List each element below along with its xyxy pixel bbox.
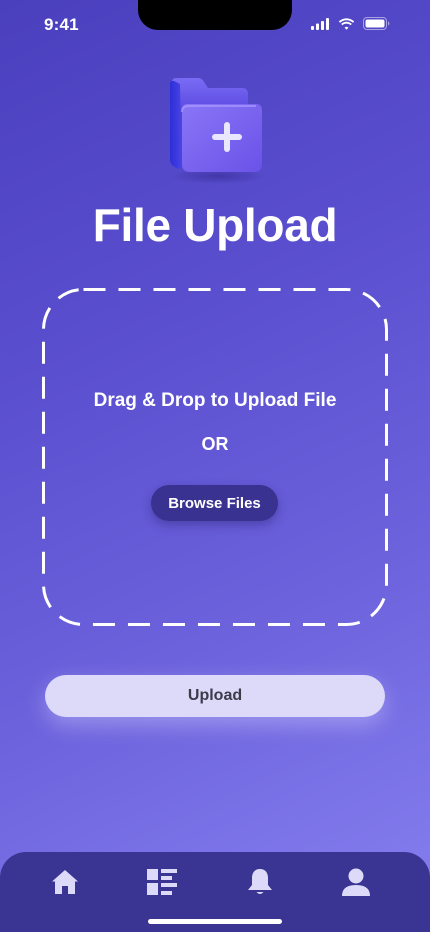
dashed-border xyxy=(42,288,388,626)
drop-zone[interactable]: Drag & Drop to Upload File OR Browse Fil… xyxy=(42,288,388,626)
nav-profile[interactable] xyxy=(338,866,374,902)
nav-home[interactable] xyxy=(47,866,83,902)
bottom-nav xyxy=(0,852,430,932)
or-separator: OR xyxy=(201,434,229,454)
wifi-icon xyxy=(338,17,355,35)
upload-button[interactable]: Upload xyxy=(45,675,385,717)
nav-notifications[interactable] xyxy=(242,866,278,902)
page-title: File Upload xyxy=(92,199,338,251)
browse-files-button[interactable]: Browse Files xyxy=(151,485,278,521)
list-icon xyxy=(146,868,178,901)
home-indicator xyxy=(148,919,282,924)
status-time: 9:41 xyxy=(44,15,79,34)
battery-icon xyxy=(363,17,390,35)
bell-icon xyxy=(245,867,275,902)
status-bar: 9:41 xyxy=(0,0,430,50)
status-icons xyxy=(311,17,390,35)
folder-add-illustration xyxy=(160,72,270,187)
drop-instruction: Drag & Drop to Upload File xyxy=(93,390,337,411)
signal-icon xyxy=(311,17,330,35)
notch xyxy=(138,0,292,30)
home-icon xyxy=(51,869,79,900)
user-icon xyxy=(341,867,371,902)
nav-list[interactable] xyxy=(144,866,180,902)
file-upload-screen: 9:41 File Upload Drag & Drop to Upload F… xyxy=(0,0,430,932)
